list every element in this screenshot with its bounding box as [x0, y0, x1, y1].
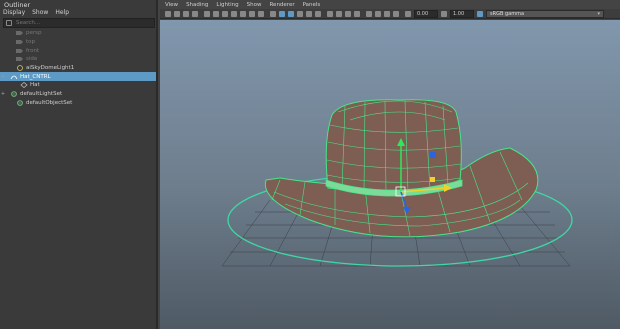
outliner-item-front[interactable]: front: [0, 46, 156, 55]
camera-icon: [16, 48, 24, 54]
camera-lock-icon[interactable]: [174, 11, 180, 17]
outliner-item-hat[interactable]: Hat: [0, 81, 156, 90]
search-icon[interactable]: [6, 20, 12, 26]
camera-icon: [16, 56, 24, 62]
lights-icon[interactable]: [306, 11, 312, 17]
outliner-list: persp top front side aiSkyDomeLight1 − H…: [0, 29, 156, 107]
textured-icon[interactable]: [297, 11, 303, 17]
shadows-icon[interactable]: [315, 11, 321, 17]
scene-svg: [221, 99, 573, 267]
skydome-light-icon: [16, 65, 24, 71]
smooth-shade-icon[interactable]: [279, 11, 285, 17]
viewport-panel: View Shading Lighting Show Renderer Pane…: [160, 0, 620, 329]
outliner-item-label: defaultLightSet: [20, 91, 63, 98]
viewport-canvas[interactable]: [160, 20, 620, 329]
outliner-item-top[interactable]: top: [0, 38, 156, 47]
menu-lighting[interactable]: Lighting: [216, 2, 238, 8]
outliner-item-label: Hat_CNTRL: [20, 73, 51, 80]
gamma-field[interactable]: 1.00: [450, 10, 474, 18]
motion-blur-icon[interactable]: [336, 11, 342, 17]
outliner-item-label: front: [26, 47, 40, 54]
viewport-menubar: View Shading Lighting Show Renderer Pane…: [160, 0, 620, 9]
camera-icon: [16, 30, 24, 36]
color-space-dropdown[interactable]: sRGB gamma ▾: [486, 10, 604, 18]
outliner-item-hat-cntrl[interactable]: − Hat_CNTRL: [0, 72, 156, 82]
xray-icon[interactable]: [375, 11, 381, 17]
outliner-menubar: Display Show Help: [3, 9, 69, 16]
chevron-down-icon: ▾: [597, 11, 600, 17]
menu-renderer[interactable]: Renderer: [269, 2, 294, 8]
depth-of-field-icon[interactable]: [354, 11, 360, 17]
wireframe-icon[interactable]: [270, 11, 276, 17]
menu-help[interactable]: Help: [55, 9, 69, 16]
set-icon: [16, 100, 24, 106]
safe-title-icon[interactable]: [258, 11, 264, 17]
grid-icon[interactable]: [204, 11, 210, 17]
outliner-item-label: top: [26, 39, 36, 46]
safe-action-icon[interactable]: [249, 11, 255, 17]
gamma-icon[interactable]: [441, 11, 447, 17]
isolate-select-icon[interactable]: [366, 11, 372, 17]
menu-view[interactable]: View: [165, 2, 178, 8]
expand-icon[interactable]: +: [0, 91, 6, 97]
outliner-item-label: aiSkyDomeLight1: [26, 65, 75, 72]
viewport-toolbar: 0.00 1.00 sRGB gamma ▾: [160, 9, 620, 19]
wireframe-on-shaded-icon[interactable]: [288, 11, 294, 17]
plane-handle-icon: [430, 177, 435, 182]
outliner-item-label: defaultObjectSet: [26, 99, 73, 106]
exposure-icon[interactable]: [405, 11, 411, 17]
field-chart-icon[interactable]: [240, 11, 246, 17]
outliner-item-label: side: [26, 56, 38, 63]
color-management-icon[interactable]: [477, 11, 483, 17]
resolution-gate-icon[interactable]: [222, 11, 228, 17]
exposure-field[interactable]: 0.00: [414, 10, 438, 18]
curve-icon: [10, 74, 18, 80]
menu-display[interactable]: Display: [3, 9, 25, 16]
color-space-value: sRGB gamma: [490, 11, 525, 17]
outliner-panel: Outliner Display Show Help persp top fro…: [0, 0, 158, 329]
outliner-search: [3, 18, 155, 28]
search-input[interactable]: [16, 19, 154, 27]
film-gate-icon[interactable]: [213, 11, 219, 17]
gate-mask-icon[interactable]: [231, 11, 237, 17]
anti-aliasing-icon[interactable]: [345, 11, 351, 17]
xray-joints-icon[interactable]: [384, 11, 390, 17]
menu-shading[interactable]: Shading: [186, 2, 208, 8]
collapse-icon[interactable]: −: [0, 74, 6, 80]
bookmark-icon[interactable]: [183, 11, 189, 17]
screen-space-ao-icon[interactable]: [327, 11, 333, 17]
set-icon: [10, 91, 18, 97]
mesh-icon: [20, 82, 28, 89]
outliner-item-persp[interactable]: persp: [0, 29, 156, 38]
outliner-title: Outliner: [4, 1, 31, 9]
camera-select-icon[interactable]: [165, 11, 171, 17]
backface-culling-icon[interactable]: [393, 11, 399, 17]
outliner-item-side[interactable]: side: [0, 55, 156, 64]
image-plane-icon[interactable]: [192, 11, 198, 17]
menu-panels[interactable]: Panels: [303, 2, 321, 8]
camera-icon: [16, 39, 24, 45]
menu-show[interactable]: Show: [247, 2, 262, 8]
outliner-item-skydome[interactable]: aiSkyDomeLight1: [0, 64, 156, 73]
pivot-icon: [430, 152, 436, 158]
outliner-item-default-object-set[interactable]: defaultObjectSet: [0, 99, 156, 108]
menu-show[interactable]: Show: [32, 9, 48, 16]
outliner-item-default-light-set[interactable]: + defaultLightSet: [0, 90, 156, 99]
outliner-item-label: Hat: [30, 82, 40, 89]
outliner-item-label: persp: [26, 30, 42, 37]
